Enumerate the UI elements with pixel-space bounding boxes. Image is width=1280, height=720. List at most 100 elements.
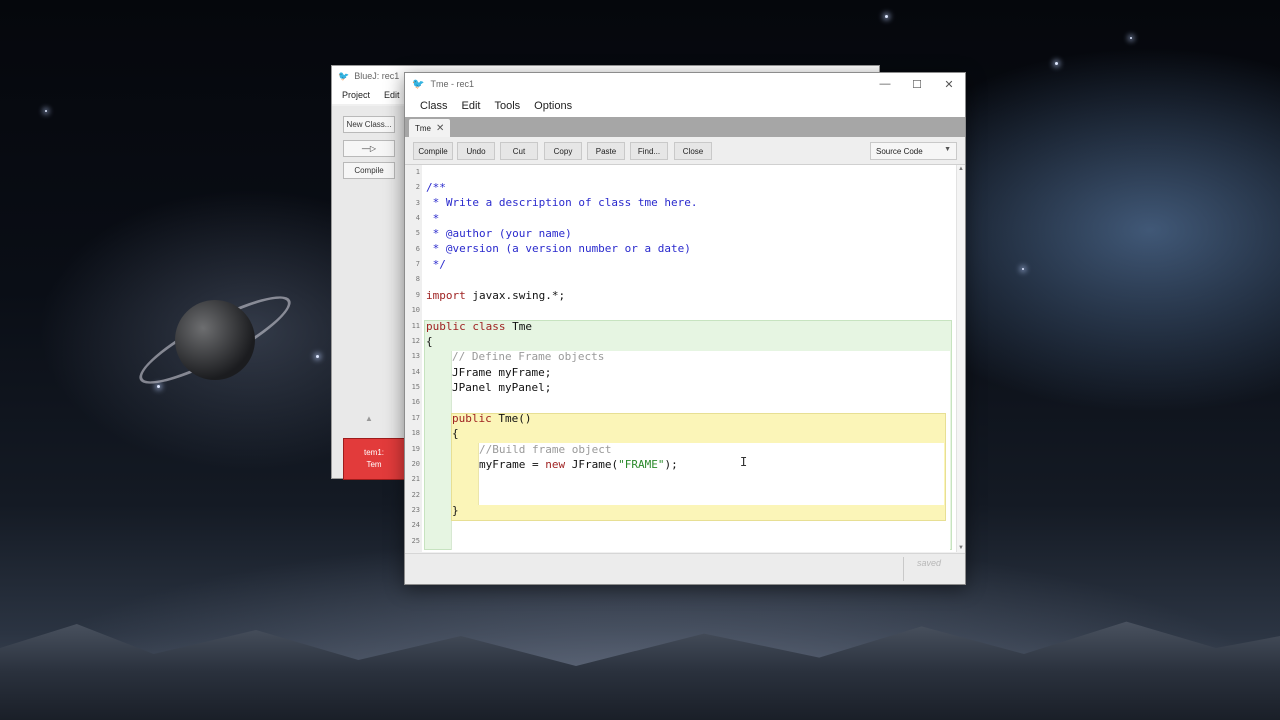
star <box>316 355 319 358</box>
status-bar: saved <box>405 553 965 584</box>
paste-button[interactable]: Paste <box>587 142 625 160</box>
keyword-public: public <box>426 320 466 333</box>
object-bench-item[interactable]: tem1: Tem <box>343 438 405 480</box>
code-line-11: public class Tme <box>426 320 532 334</box>
code-line-12: { <box>426 335 433 348</box>
line-number: 17 <box>411 414 420 422</box>
import-target: javax.swing.*; <box>465 289 566 302</box>
keyword-public: public <box>452 412 492 425</box>
code-line-14: JFrame myFrame; <box>452 366 552 379</box>
string-literal: "FRAME" <box>618 458 665 471</box>
view-select[interactable]: Source Code ▼ <box>870 142 957 160</box>
chevron-up-icon[interactable]: ▲ <box>365 414 373 423</box>
bluej-side-panel: New Class... —▷ Compile ▲ tem1: Tem <box>332 106 407 480</box>
code-line-20: myFrame = new JFrame("FRAME"); <box>479 458 678 472</box>
save-status: saved <box>917 558 942 568</box>
line-number: 11 <box>411 322 420 330</box>
find-button[interactable]: Find... <box>630 142 668 160</box>
scroll-up-icon[interactable]: ▲ <box>958 166 964 172</box>
editor-title-bar: 🐦 Tme - rec1 — ☐ ✕ <box>405 73 965 95</box>
add-arrow-button[interactable]: —▷ <box>343 140 395 157</box>
line-number-gutter: 1 2 3 4 5 6 7 8 9 10 11 12 13 14 15 16 1… <box>405 165 422 552</box>
line-number: 15 <box>411 383 420 391</box>
minimize-icon[interactable]: — <box>869 73 901 95</box>
menu-class[interactable]: Class <box>413 100 455 112</box>
chevron-down-icon: ▼ <box>944 146 951 153</box>
code-editor[interactable]: 1 2 3 4 5 6 7 8 9 10 11 12 13 14 15 16 1… <box>405 165 965 552</box>
line-number: 14 <box>411 368 420 376</box>
tab-label: Tme <box>415 123 431 133</box>
editor-title: Tme - rec1 <box>430 79 474 89</box>
star <box>157 385 160 388</box>
tab-tme[interactable]: Tme ✕ <box>409 119 451 137</box>
code-line-18: { <box>452 427 459 440</box>
keyword-new: new <box>545 458 566 471</box>
star <box>45 110 47 112</box>
editor-window: 🐦 Tme - rec1 — ☐ ✕ Class Edit Tools Opti… <box>404 72 966 585</box>
code-part: myFrame = <box>479 458 546 471</box>
bluej-menu-edit[interactable]: Edit <box>384 90 400 100</box>
class-name: Tme <box>505 320 532 333</box>
keyword-import: import <box>426 289 466 302</box>
object-name: tem1: <box>363 448 384 457</box>
star <box>885 15 888 18</box>
bluej-logo-icon: 🐦 <box>412 78 425 90</box>
code-part: JFrame( <box>565 458 619 471</box>
keyword-class: class <box>472 320 506 333</box>
editor-menu-bar: Class Edit Tools Options <box>405 95 965 117</box>
code-line-5: * @author (your name) <box>426 227 572 240</box>
scroll-down-icon[interactable]: ▼ <box>958 545 964 551</box>
line-number: 1 <box>415 168 420 176</box>
maximize-icon[interactable]: ☐ <box>901 73 933 95</box>
line-number: 10 <box>411 306 420 314</box>
line-number: 13 <box>411 352 420 360</box>
menu-tools[interactable]: Tools <box>487 100 527 112</box>
code-line-23: } <box>452 504 459 517</box>
star <box>1022 268 1024 270</box>
menu-options[interactable]: Options <box>527 100 579 112</box>
mountains <box>0 621 1280 720</box>
status-divider <box>903 557 904 581</box>
line-number: 6 <box>415 245 420 253</box>
line-number: 20 <box>411 460 420 468</box>
code-line-7: */ <box>426 258 446 271</box>
menu-edit[interactable]: Edit <box>455 100 488 112</box>
tab-close-icon[interactable]: ✕ <box>436 123 444 134</box>
new-class-button[interactable]: New Class... <box>343 116 395 133</box>
line-number: 21 <box>411 475 420 483</box>
tab-bar: Tme ✕ <box>405 117 965 137</box>
line-number: 2 <box>415 183 420 191</box>
copy-button[interactable]: Copy <box>544 142 582 160</box>
code-line-2: /** <box>426 181 446 194</box>
compile-button[interactable]: Compile <box>413 142 453 160</box>
planet <box>175 300 255 380</box>
line-number: 25 <box>411 537 420 545</box>
view-select-value: Source Code <box>876 146 923 156</box>
bluej-compile-button[interactable]: Compile <box>343 162 395 179</box>
vertical-scrollbar[interactable]: ▲ ▼ <box>956 165 965 552</box>
cut-button[interactable]: Cut <box>500 142 538 160</box>
code-line-3: * Write a description of class tme here. <box>426 196 698 209</box>
close-icon[interactable]: ✕ <box>933 73 965 95</box>
line-number: 18 <box>411 429 420 437</box>
line-number: 19 <box>411 445 420 453</box>
line-number: 16 <box>411 398 420 406</box>
bluej-title: BlueJ: rec1 <box>354 71 400 81</box>
bluej-menu-project[interactable]: Project <box>342 90 370 100</box>
line-number: 8 <box>415 275 420 283</box>
code-line-6: * @version (a version number or a date) <box>426 242 691 255</box>
editor-toolbar: Compile Undo Cut Copy Paste Find... Clos… <box>405 137 965 165</box>
line-number: 22 <box>411 491 420 499</box>
code-part: ); <box>664 458 678 471</box>
object-type: Tem <box>366 460 382 469</box>
bluej-logo-icon: 🐦 <box>338 70 350 81</box>
code-line-4: * <box>426 212 440 225</box>
line-number: 9 <box>415 291 420 299</box>
window-controls: — ☐ ✕ <box>869 73 965 95</box>
close-button[interactable]: Close <box>674 142 712 160</box>
undo-button[interactable]: Undo <box>457 142 495 160</box>
text-cursor-icon: I <box>740 455 748 469</box>
line-number: 3 <box>415 199 420 207</box>
code-line-13: // Define Frame objects <box>452 350 605 363</box>
line-number: 5 <box>415 229 420 237</box>
